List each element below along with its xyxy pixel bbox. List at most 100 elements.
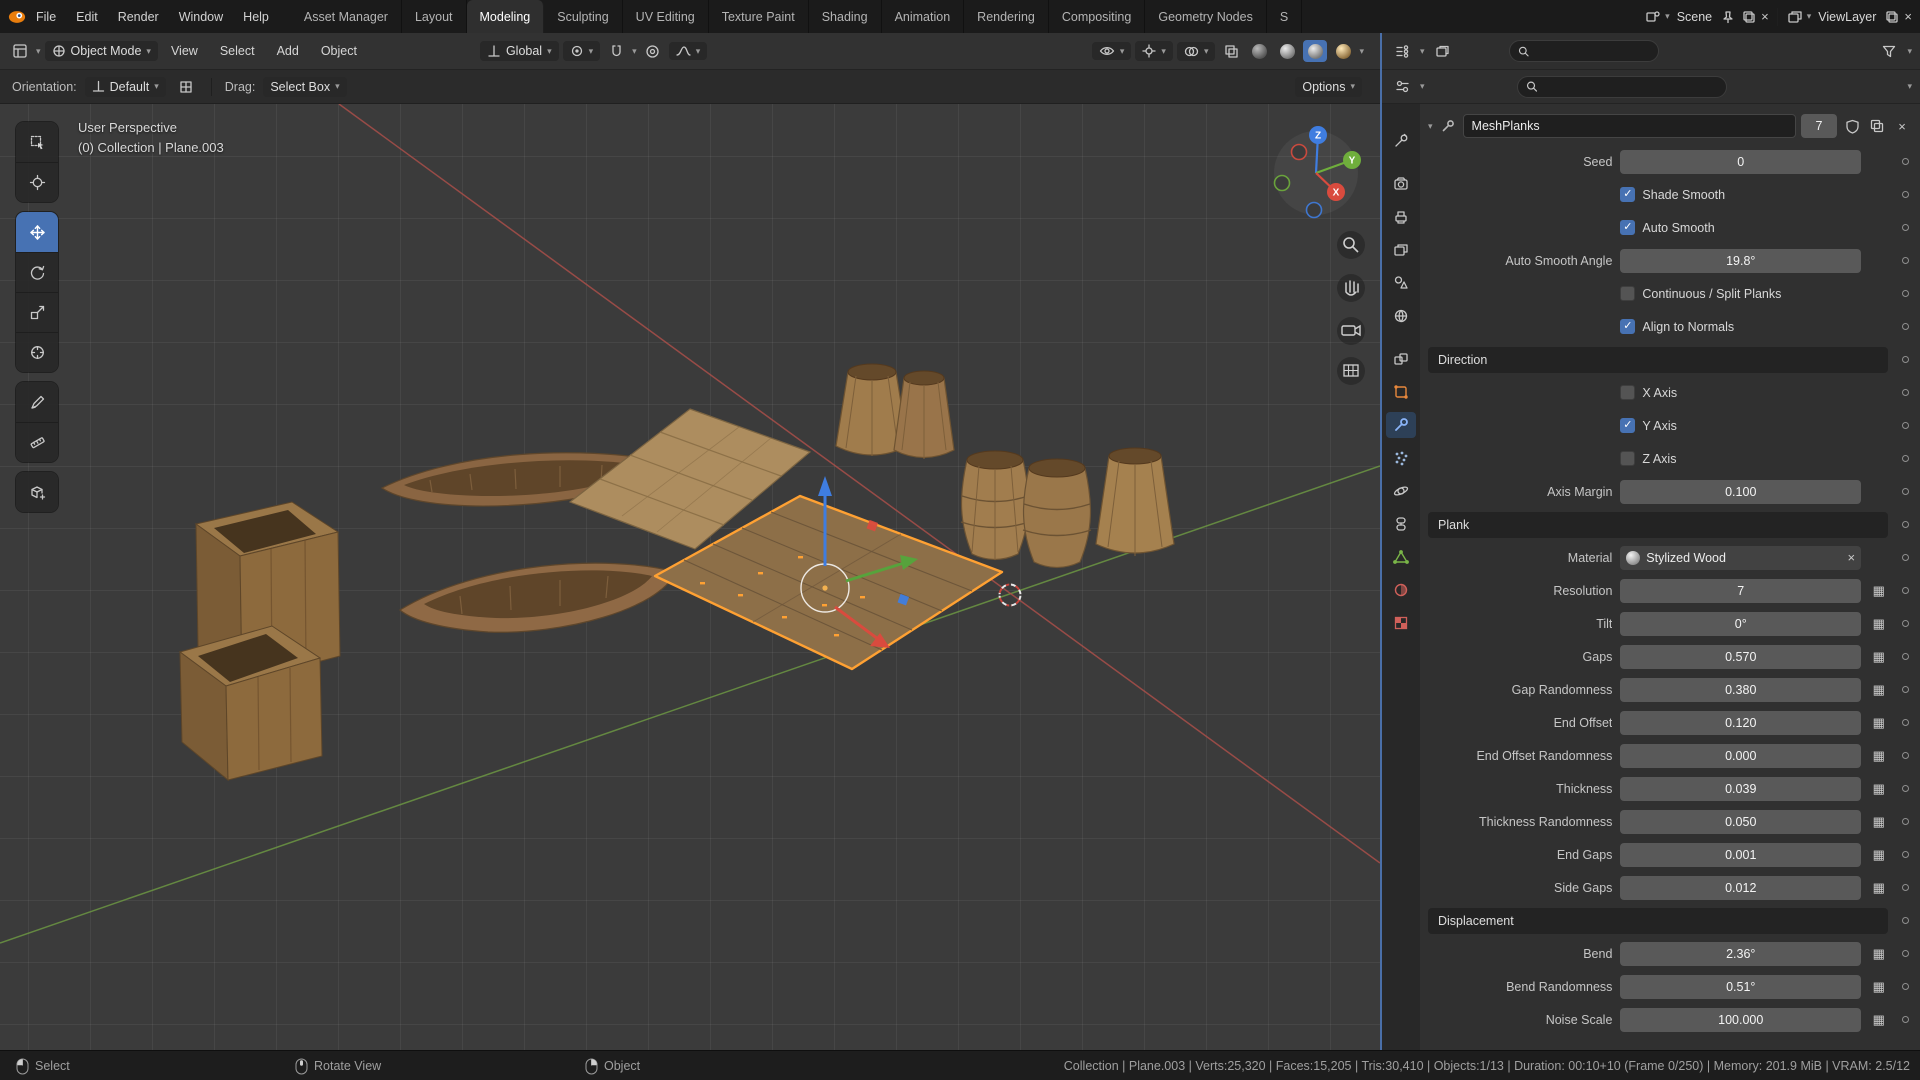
attribute-toggle-icon[interactable]: ▦ [1873, 815, 1885, 828]
chevron-down-icon[interactable]: ▾ [1807, 12, 1812, 21]
3d-viewport[interactable]: Z Y X User Perspective (0) Collection | … [0, 104, 1380, 1050]
attribute-toggle-icon[interactable]: ▦ [1873, 650, 1885, 663]
shading-options-chevron[interactable]: ▾ [1359, 46, 1364, 56]
duplicate-icon[interactable] [1867, 119, 1887, 133]
select-box-tool[interactable] [16, 122, 58, 162]
decorator-dot[interactable] [1901, 719, 1909, 726]
menu-view[interactable]: View [162, 40, 207, 62]
noise-scale-field[interactable]: 100.000 [1620, 1007, 1862, 1032]
attribute-toggle-icon[interactable]: ▦ [1873, 980, 1885, 993]
orientation-dropdown[interactable]: Default ▾ [84, 76, 166, 97]
tab-particles[interactable] [1386, 445, 1416, 471]
proportional-falloff-selector[interactable]: ▾ [668, 42, 708, 60]
bend-field[interactable]: 2.36° [1620, 941, 1862, 966]
tab-output[interactable] [1386, 204, 1416, 230]
decorator-dot[interactable] [1901, 1016, 1909, 1023]
shading-solid-button[interactable] [1275, 40, 1299, 62]
tab-constraints[interactable] [1386, 511, 1416, 537]
workspace-tab[interactable]: Texture Paint [709, 0, 809, 33]
blender-logo[interactable] [8, 8, 26, 26]
decorator-dot[interactable] [1901, 257, 1909, 264]
decorator-dot[interactable] [1901, 224, 1909, 231]
auto-smooth-angle-field[interactable]: 19.8° [1620, 248, 1862, 273]
material-field[interactable]: Stylized Wood × [1620, 545, 1862, 570]
tab-world[interactable] [1386, 303, 1416, 329]
attribute-toggle-icon[interactable]: ▦ [1873, 1013, 1885, 1026]
display-mode-icon[interactable] [1431, 40, 1455, 62]
tab-object-data[interactable] [1386, 544, 1416, 570]
tab-material[interactable] [1386, 577, 1416, 603]
menu-object[interactable]: Object [312, 40, 366, 62]
decorator-dot[interactable] [1901, 686, 1909, 693]
close-icon[interactable]: × [1761, 10, 1769, 23]
properties-search-input[interactable] [1542, 79, 1718, 94]
snap-settings-chevron[interactable]: ▾ [632, 46, 637, 56]
drag-mode-dropdown[interactable]: Select Box ▾ [263, 76, 347, 97]
navigation-gizmo[interactable]: Z Y X [1273, 126, 1361, 219]
decorator-dot[interactable] [1901, 620, 1909, 627]
wooden-boat-lower[interactable] [398, 562, 677, 633]
menu-render[interactable]: Render [108, 6, 169, 28]
menu-edit[interactable]: Edit [66, 6, 108, 28]
decorator-dot[interactable] [1901, 752, 1909, 759]
decorator-dot[interactable] [1901, 191, 1909, 198]
decorator-dot[interactable] [1901, 554, 1909, 561]
viewport-pan-button[interactable] [1337, 274, 1365, 302]
editor-type-selector[interactable] [1390, 76, 1414, 98]
new-scene-icon[interactable] [1740, 8, 1758, 26]
decorator-dot[interactable] [1901, 389, 1909, 396]
decorator-dot[interactable] [1901, 587, 1909, 594]
continuous-split-checkbox[interactable]: ✓ [1620, 286, 1636, 301]
menu-file[interactable]: File [26, 6, 66, 28]
menu-window[interactable]: Window [169, 6, 233, 28]
measure-tool[interactable] [16, 422, 58, 462]
snap-magnet-toggle[interactable] [604, 40, 628, 62]
material-unlink-icon[interactable]: × [1848, 551, 1856, 564]
thickness-field[interactable]: 0.039 [1620, 776, 1862, 801]
scene-name[interactable]: Scene [1673, 10, 1716, 24]
gizmo-grid-button[interactable] [174, 76, 198, 98]
axis-margin-field[interactable]: 0.100 [1620, 479, 1862, 504]
decorator-dot[interactable] [1901, 455, 1909, 462]
decorator-dot[interactable] [1901, 158, 1909, 165]
editor-type-selector[interactable] [8, 40, 32, 62]
chevron-down-icon[interactable]: ▾ [1907, 46, 1912, 56]
decorator-dot[interactable] [1901, 983, 1909, 990]
attribute-toggle-icon[interactable]: ▦ [1873, 617, 1885, 630]
viewlayer-icon[interactable] [1786, 8, 1804, 26]
decorator-dot[interactable] [1901, 917, 1909, 924]
modifier-count-field[interactable]: 7 [1801, 114, 1837, 138]
viewport-camera-button[interactable] [1337, 317, 1365, 345]
pin-icon[interactable] [1719, 8, 1737, 26]
gizmos-dropdown[interactable]: ▾ [1135, 41, 1173, 61]
shade-smooth-checkbox[interactable]: ✓ [1620, 187, 1636, 202]
decorator-dot[interactable] [1901, 422, 1909, 429]
tilt-field[interactable]: 0° [1620, 611, 1862, 636]
tab-view-layer[interactable] [1386, 237, 1416, 263]
expand-chevron-icon[interactable]: ▾ [1428, 121, 1433, 131]
z-axis-checkbox[interactable]: ✓ [1620, 451, 1636, 466]
workspace-tab[interactable]: Animation [882, 0, 965, 33]
gap-randomness-field[interactable]: 0.380 [1620, 677, 1862, 702]
decorator-dot[interactable] [1901, 290, 1909, 297]
y-axis-checkbox[interactable]: ✓ [1620, 418, 1636, 433]
viewport-ortho-button[interactable] [1337, 357, 1365, 385]
chevron-down-icon[interactable]: ▾ [1907, 82, 1912, 91]
end-offset-field[interactable]: 0.120 [1620, 710, 1862, 735]
viewport-zoom-button[interactable] [1337, 231, 1365, 259]
shading-wireframe-button[interactable] [1247, 40, 1271, 62]
xray-toggle[interactable] [1219, 40, 1243, 62]
tab-render[interactable] [1386, 171, 1416, 197]
decorator-dot[interactable] [1901, 488, 1909, 495]
options-dropdown[interactable]: Options ▾ [1295, 76, 1362, 97]
chevron-down-icon[interactable]: ▾ [1420, 46, 1425, 56]
attribute-toggle-icon[interactable]: ▦ [1873, 881, 1885, 894]
decorator-dot[interactable] [1901, 356, 1909, 363]
tab-tool[interactable] [1386, 128, 1416, 154]
tab-object[interactable] [1386, 379, 1416, 405]
workspace-tab[interactable]: S [1267, 0, 1303, 33]
chevron-down-icon[interactable]: ▾ [1665, 12, 1670, 21]
align-to-normals-checkbox[interactable]: ✓ [1620, 319, 1636, 334]
workspace-tab-active[interactable]: Modeling [466, 0, 545, 33]
shield-icon[interactable] [1842, 119, 1862, 134]
